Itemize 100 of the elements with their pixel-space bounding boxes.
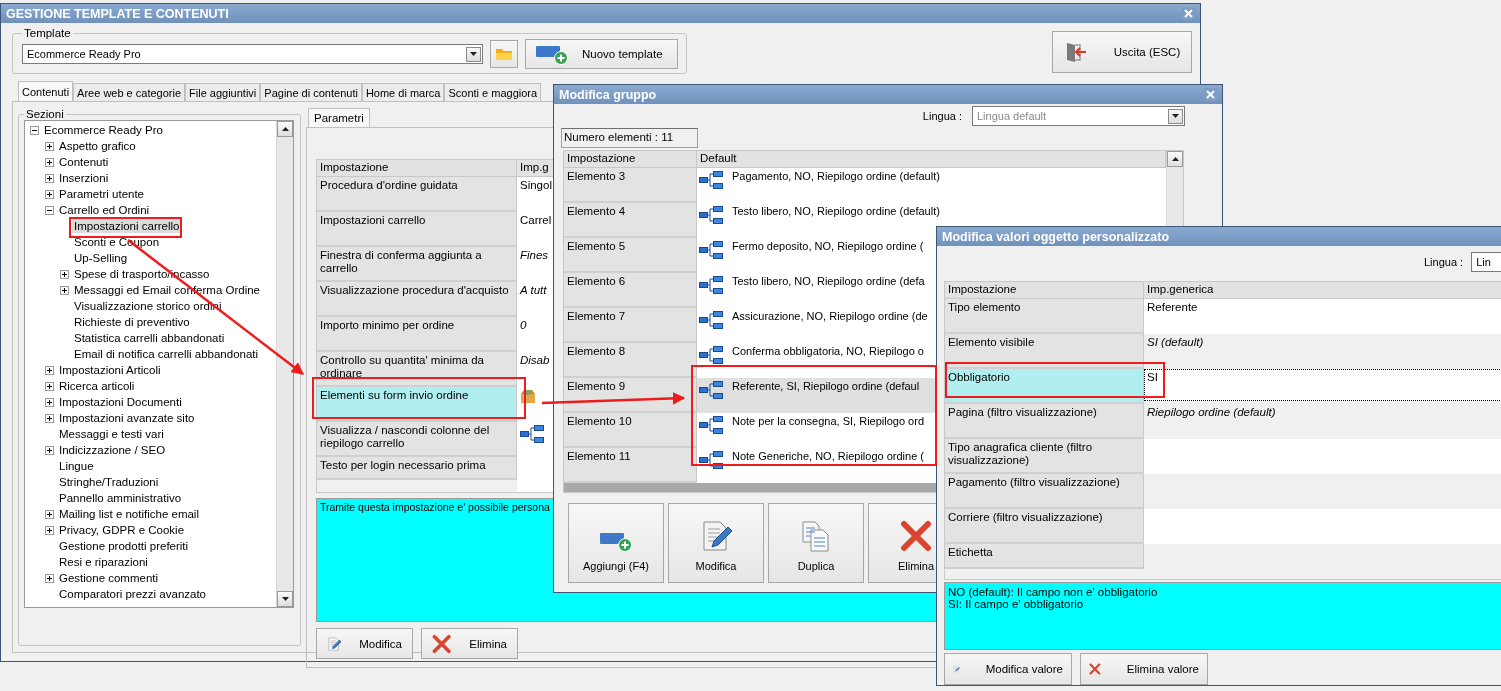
column-header: Impostazione <box>317 160 517 177</box>
tab[interactable]: File aggiuntivi <box>185 83 261 101</box>
table-cell: Elemento 10 <box>564 413 697 448</box>
table-cell[interactable]: Tipo anagrafica cliente (filtro visualizzazione) <box>945 439 1144 474</box>
count-field: Numero elementi : 11 <box>561 128 698 148</box>
table-cell[interactable]: Procedura d'ordine guidata <box>317 177 517 212</box>
button[interactable]: Modifica valore <box>944 653 1072 685</box>
tree-item[interactable]: Resi e riparazioni <box>57 555 150 569</box>
tab[interactable]: Pagine di contenuti <box>260 83 362 101</box>
tree-item[interactable]: Impostazioni Articoli <box>57 363 163 377</box>
expander[interactable] <box>45 509 54 519</box>
table-cell[interactable]: Elementi su form invio ordine <box>317 387 517 422</box>
column-header: Imp.generica <box>1144 282 1501 299</box>
expander[interactable] <box>45 413 54 423</box>
button[interactable]: Elimina <box>421 628 518 659</box>
table-cell[interactable]: Tipo elemento <box>945 299 1144 334</box>
button[interactable]: Modifica <box>668 503 764 583</box>
hierarchy-icon <box>699 415 723 435</box>
tab[interactable]: Contenuti <box>18 81 74 101</box>
tree-item[interactable]: Pannello amministrativo <box>57 491 184 505</box>
description-text: NO (default): Il campo non e' obbligatorio <box>948 586 1158 598</box>
tree-item[interactable]: Impostazioni Documenti <box>57 395 184 409</box>
tab[interactable]: Sconti e maggiora <box>444 83 542 101</box>
tree-item[interactable]: Contenuti <box>57 155 111 169</box>
tree-item[interactable]: Gestione prodotti preferiti <box>57 539 191 553</box>
table-cell[interactable]: Importo minimo per ordine <box>317 317 517 352</box>
table-cell[interactable]: Visualizza / nascondi colonne del riepilogo carrello <box>317 422 517 457</box>
table-cell: Note per la consegna, SI, Riepilogo ord <box>732 415 924 427</box>
table-cell[interactable]: Etichetta <box>945 544 1144 569</box>
table-cell[interactable]: Corriere (filtro visualizzazione) <box>945 509 1144 544</box>
table-cell[interactable]: Pagina (filtro visualizzazione) <box>945 404 1144 439</box>
tree-item[interactable]: Statistica carrelli abbandonati <box>72 331 227 345</box>
tree-item[interactable]: Stringhe/Traduzioni <box>57 475 161 489</box>
tab[interactable]: Parametri <box>308 108 370 127</box>
tree-item[interactable]: Mailing list e notifiche email <box>57 507 201 521</box>
table-cell: Elemento 6 <box>564 273 697 308</box>
expander[interactable] <box>45 573 54 583</box>
tree-item[interactable]: Impostazioni avanzate sito <box>57 411 197 425</box>
dropdown-arrow-icon <box>470 52 477 56</box>
expander[interactable] <box>60 269 69 279</box>
tree-item[interactable]: Richieste di preventivo <box>72 315 192 329</box>
tree-item[interactable]: Parametri utente <box>57 187 146 201</box>
tree-item[interactable]: Aspetto grafico <box>57 139 138 153</box>
hierarchy-icon <box>699 275 723 295</box>
tree-item[interactable]: Privacy, GDPR e Cookie <box>57 523 187 537</box>
expander[interactable] <box>45 205 54 215</box>
description-text: Tramite questa impostazione e' possibile persona <box>320 501 550 513</box>
table-cell[interactable]: Controllo su quantita' minima da ordinare <box>317 352 517 387</box>
table-cell[interactable]: Elemento visibile <box>945 334 1144 369</box>
close-button[interactable] <box>1182 7 1195 20</box>
button[interactable]: Aggiungi (F4) <box>568 503 664 583</box>
tree-item[interactable]: Ricerca articoli <box>57 379 137 393</box>
expander[interactable] <box>45 157 54 167</box>
table-row[interactable]: Pagamento, NO, Riepilogo ordine (default) <box>697 168 1166 203</box>
button[interactable]: Elimina valore <box>1080 653 1208 685</box>
tree-item[interactable]: Carrello ed Ordini <box>57 203 152 217</box>
tab[interactable]: Aree web e categorie <box>73 83 186 101</box>
button[interactable]: Uscita (ESC) <box>1052 31 1192 73</box>
tree-item[interactable]: Messaggi e testi vari <box>57 427 166 441</box>
tree-item[interactable]: Sconti e Coupon <box>72 235 162 249</box>
expander[interactable] <box>45 397 54 407</box>
table-cell[interactable]: Testo per login necessario prima <box>317 457 517 480</box>
button[interactable]: Duplica <box>768 503 864 583</box>
expander[interactable] <box>45 381 54 391</box>
expander[interactable] <box>45 189 54 199</box>
button[interactable]: Nuovo template <box>525 39 678 69</box>
table-cell: Elemento 4 <box>564 203 697 238</box>
tree-item[interactable]: Email di notifica carrelli abbandonati <box>72 347 261 361</box>
tree-item[interactable]: Comparatori prezzi avanzato <box>57 587 208 601</box>
tree-item[interactable]: Up-Selling <box>72 251 130 265</box>
table-cell[interactable]: Obbligatorio <box>945 369 1144 404</box>
table-cell[interactable]: Pagamento (filtro visualizzazione) <box>945 474 1144 509</box>
expander[interactable] <box>45 141 54 151</box>
expander[interactable] <box>30 125 39 135</box>
close-button[interactable] <box>1204 88 1217 101</box>
table-cell: Elemento 5 <box>564 238 697 273</box>
hierarchy-icon <box>699 240 723 260</box>
expander[interactable] <box>45 445 54 455</box>
table-cell[interactable]: Visualizzazione procedura d'acquisto <box>317 282 517 317</box>
expander[interactable] <box>45 525 54 535</box>
hierarchy-icon <box>699 450 723 470</box>
table-cell[interactable]: Impostazioni carrello <box>317 212 517 247</box>
expander[interactable] <box>45 365 54 375</box>
copy-icon <box>801 520 831 552</box>
template-dropdown[interactable]: Ecommerce Ready Pro <box>22 44 483 64</box>
expander[interactable] <box>60 285 69 295</box>
expander[interactable] <box>45 173 54 183</box>
language-dropdown[interactable]: Lin <box>1471 252 1501 272</box>
table-cell[interactable]: Finestra di conferma aggiunta a carrello <box>317 247 517 282</box>
button[interactable]: Modifica <box>316 628 413 659</box>
tree-item[interactable]: Ecommerce Ready Pro <box>42 123 165 137</box>
tree-item[interactable]: Inserzioni <box>57 171 111 185</box>
tree-item[interactable]: Gestione commenti <box>57 571 161 585</box>
window-title: GESTIONE TEMPLATE E CONTENUTI <box>6 6 229 21</box>
tree-item[interactable]: Impostazioni carrello <box>72 219 182 233</box>
description-text: SI: Il campo e' obbligatorio <box>948 598 1084 610</box>
tree-item[interactable]: Lingue <box>57 459 96 473</box>
tab[interactable]: Home di marca <box>361 83 445 101</box>
tree-item[interactable]: Indicizzazione / SEO <box>57 443 168 457</box>
scrollbar[interactable] <box>276 121 293 607</box>
